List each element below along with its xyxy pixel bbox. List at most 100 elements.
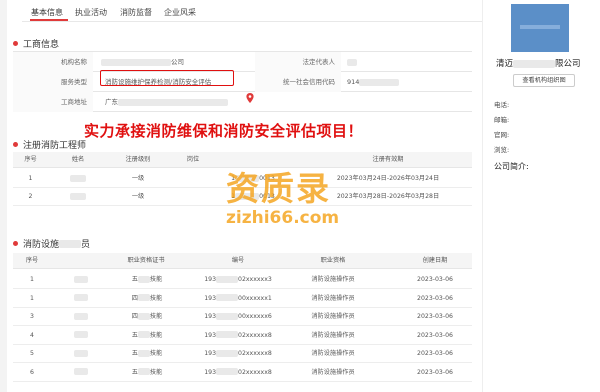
view-org-chart-button[interactable]: 查看机构组织图 [513, 74, 575, 87]
row-date: 2023-03-06 [417, 368, 453, 376]
table-row: 1 五 技能 193 02xxxxxx3 消防设施操作员 2023-03-06 [13, 271, 472, 289]
cert-tail: 技能 [149, 368, 163, 376]
location-pin-icon[interactable] [246, 93, 254, 103]
redacted-text [137, 294, 150, 301]
operators-title-text: 消防设施 [23, 240, 60, 250]
promo-banner: 实力承接消防维保和消防安全评估项目！ [84, 122, 364, 140]
cert-tail: 技能 [149, 313, 163, 320]
table-row: 5 五 技能 193 02xxxxxx8 消防设施操作员 2023-03-06 [13, 345, 472, 363]
redacted-text [137, 331, 150, 338]
logo-text-placeholder [520, 25, 560, 29]
operators-title-suffix: 员 [81, 240, 91, 250]
row-cert: 五 技能 [111, 345, 183, 363]
row-cert: 五 技能 [111, 364, 183, 382]
code-prefix: 193 [204, 331, 217, 339]
biz-row: 工商地址 广东 [13, 92, 472, 112]
row-name [48, 170, 108, 188]
cert-level: 五 [131, 276, 138, 283]
col-header: 职业资格 [320, 257, 346, 264]
credit-code-prefix: 914 [347, 78, 360, 86]
row-name [51, 290, 111, 308]
code-prefix: 193 [204, 350, 217, 357]
table-row: 4 五 技能 193 02xxxxxx8 消防设施操作员 2023-03-06 [13, 327, 472, 345]
col-header: 创建日期 [422, 257, 448, 264]
redacted-text [216, 275, 239, 283]
legal-rep-value [347, 52, 407, 72]
business-info-table: 机构名称 公司 法定代表人 服务类型 消防设施维护保养检测/消防安全评估 统一社… [13, 51, 472, 112]
redacted-text [216, 368, 239, 375]
tab-practice[interactable]: 执业活动 [75, 7, 107, 18]
row-code: 193 02xxxxxx3 [183, 271, 293, 289]
website-label: 官网: [494, 131, 510, 139]
row-no: 4 [30, 331, 34, 339]
row-cert: 五 技能 [111, 271, 183, 289]
col-header: 序号 [25, 257, 39, 264]
left-gutter [0, 0, 7, 392]
company-intro-label: 公司简介: [494, 162, 529, 171]
code-suffix: 02xxxxxx3 [238, 276, 272, 283]
redacted-text [137, 368, 150, 375]
redacted-text [74, 349, 88, 357]
row-no: 3 [30, 313, 34, 320]
org-name-value: 公司 [101, 52, 251, 72]
row-code: 193 00xxxxxx6 [183, 308, 293, 326]
row-date: 2023-03-06 [417, 313, 453, 320]
company-name-prefix: 清迈 [496, 59, 514, 69]
col-header: 序号 [24, 156, 37, 163]
row-qualification: 消防设施操作员 [311, 313, 355, 320]
redacted-text [101, 58, 171, 66]
tab-fire-supervision[interactable]: 消防监督 [120, 7, 152, 18]
col-header: 注册级别 [125, 156, 151, 163]
redacted-text [118, 98, 228, 106]
cert-tail: 技能 [149, 350, 163, 357]
bullet-icon [13, 142, 18, 147]
redacted-text [513, 59, 556, 68]
sidebar-company-name: 清迈 限公司 [496, 57, 581, 69]
engineers-title: 注册消防工程师 [13, 138, 86, 151]
row-code: 193 02xxxxxx8 [183, 327, 293, 345]
business-info-title-text: 工商信息 [23, 40, 60, 50]
business-info-title: 工商信息 [13, 37, 59, 50]
table-row: 3 四 技能 193 00xxxxxx6 消防设施操作员 2023-03-06 [13, 308, 472, 326]
redacted-text [70, 174, 86, 182]
cert-level: 五 [131, 368, 138, 376]
redacted-text [59, 239, 82, 248]
code-suffix: 00xxxxxx1 [238, 294, 272, 302]
watermark-main: 资质录 [226, 169, 331, 208]
company-name-suffix: 限公司 [555, 59, 581, 69]
operators-header: 序号 职业资格证书 编号 职业资格 创建日期 [13, 253, 472, 269]
redacted-text [137, 312, 150, 320]
company-logo [511, 4, 569, 52]
col-header: 岗位 [186, 156, 200, 163]
row-name [51, 308, 111, 326]
redacted-text [216, 331, 239, 338]
row-no: 1 [28, 175, 33, 182]
org-name-suffix: 公司 [171, 58, 184, 66]
row-code: 193 02xxxxxx8 [183, 364, 293, 382]
row-name [51, 345, 111, 363]
address-prefix: 广东 [105, 98, 118, 106]
org-name-label: 机构名称 [13, 52, 93, 72]
row-cert: 四 技能 [111, 308, 183, 326]
row-no: 2 [28, 193, 33, 200]
cert-level: 五 [131, 350, 138, 357]
row-no: 1 [30, 294, 34, 302]
row-date: 2023-03-06 [417, 331, 453, 339]
col-header: 姓名 [71, 156, 85, 163]
code-suffix: 02xxxxxx8 [238, 368, 272, 376]
row-no: 1 [30, 276, 34, 283]
row-cert: 五 技能 [111, 327, 183, 345]
biz-row: 机构名称 公司 法定代表人 [13, 52, 472, 72]
row-level: 一级 [131, 193, 145, 200]
redacted-text [70, 192, 86, 200]
row-cert: 四 技能 [111, 290, 183, 308]
cert-tail: 技能 [149, 294, 163, 302]
highlight-box [100, 70, 234, 86]
code-suffix: 00xxxxxx6 [238, 313, 272, 320]
row-no: 6 [30, 368, 34, 376]
code-prefix: 193 [204, 313, 217, 320]
tab-basic-info[interactable]: 基本信息 [31, 7, 63, 18]
cert-level: 四 [131, 294, 138, 302]
code-prefix: 193 [204, 368, 217, 376]
tab-company-style[interactable]: 企业风采 [164, 7, 196, 18]
